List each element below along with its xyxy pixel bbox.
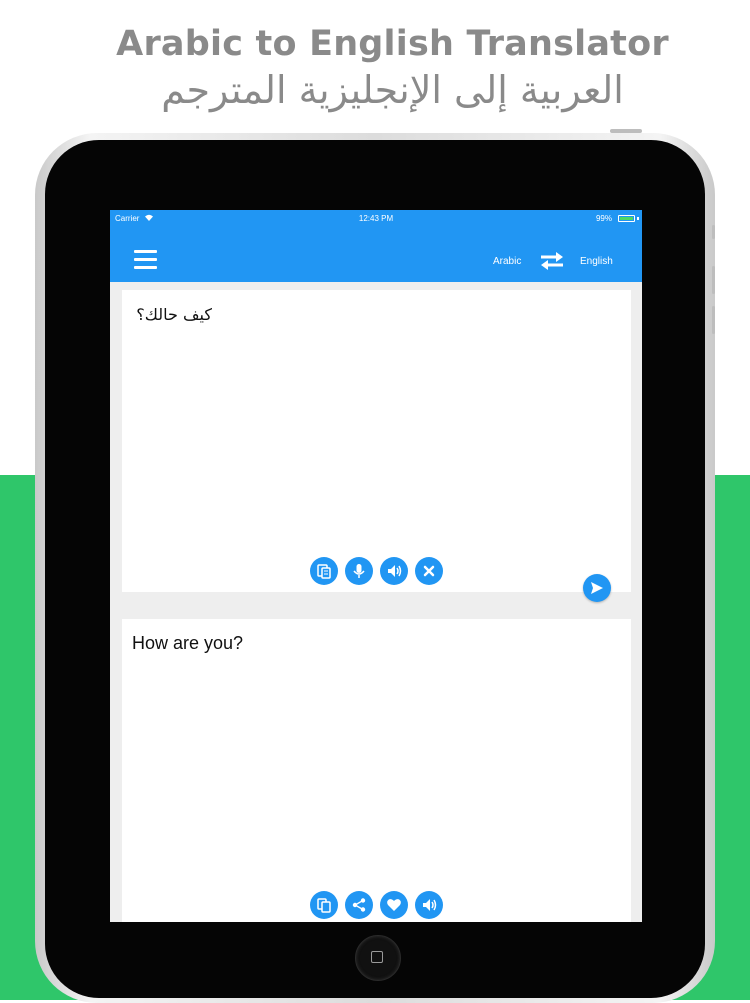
speak-source-button[interactable] (380, 557, 408, 585)
tablet-volume-down (712, 306, 715, 334)
app-screen: Carrier 12:43 PM 99% Arabic English كيف … (110, 210, 642, 922)
share-button[interactable] (345, 891, 373, 919)
target-language-button[interactable]: English (580, 256, 613, 267)
clear-icon (423, 565, 435, 577)
hamburger-menu-icon[interactable] (134, 250, 158, 272)
output-card: How are you? (122, 619, 631, 922)
speaker-icon (423, 899, 437, 911)
tablet-top-button (610, 129, 642, 133)
speak-translation-button[interactable] (415, 891, 443, 919)
paste-icon (317, 564, 331, 579)
share-icon (352, 898, 366, 912)
input-card: كيف حالك؟ (122, 290, 631, 592)
home-square-icon (371, 951, 383, 963)
source-text-input[interactable]: كيف حالك؟ (132, 305, 212, 324)
battery-tip (637, 217, 639, 220)
status-battery-percent: 99% (595, 214, 612, 223)
battery-icon (618, 215, 635, 222)
status-time: 12:43 PM (358, 214, 394, 223)
translate-send-button[interactable] (583, 574, 611, 602)
paste-button[interactable] (310, 557, 338, 585)
copy-icon (317, 898, 331, 913)
tablet-side-switch (712, 225, 715, 239)
favorite-button[interactable] (380, 891, 408, 919)
status-bar: Carrier 12:43 PM 99% (110, 210, 642, 228)
promo-title-arabic: العربية إلى الإنجليزية المترجم (161, 68, 624, 112)
send-icon (591, 582, 603, 594)
source-language-button[interactable]: Arabic (493, 256, 521, 267)
speaker-icon (388, 565, 402, 577)
promo-title: Arabic to English Translator (116, 24, 669, 64)
microphone-button[interactable] (345, 557, 373, 585)
microphone-icon (353, 564, 365, 578)
swap-arrows-icon[interactable] (539, 250, 565, 272)
tablet-volume-up (712, 266, 715, 294)
translated-text: How are you? (132, 633, 244, 653)
home-button[interactable] (355, 935, 401, 981)
copy-button[interactable] (310, 891, 338, 919)
clear-button[interactable] (415, 557, 443, 585)
battery-level-fill (620, 217, 633, 220)
favorite-icon (387, 899, 401, 911)
